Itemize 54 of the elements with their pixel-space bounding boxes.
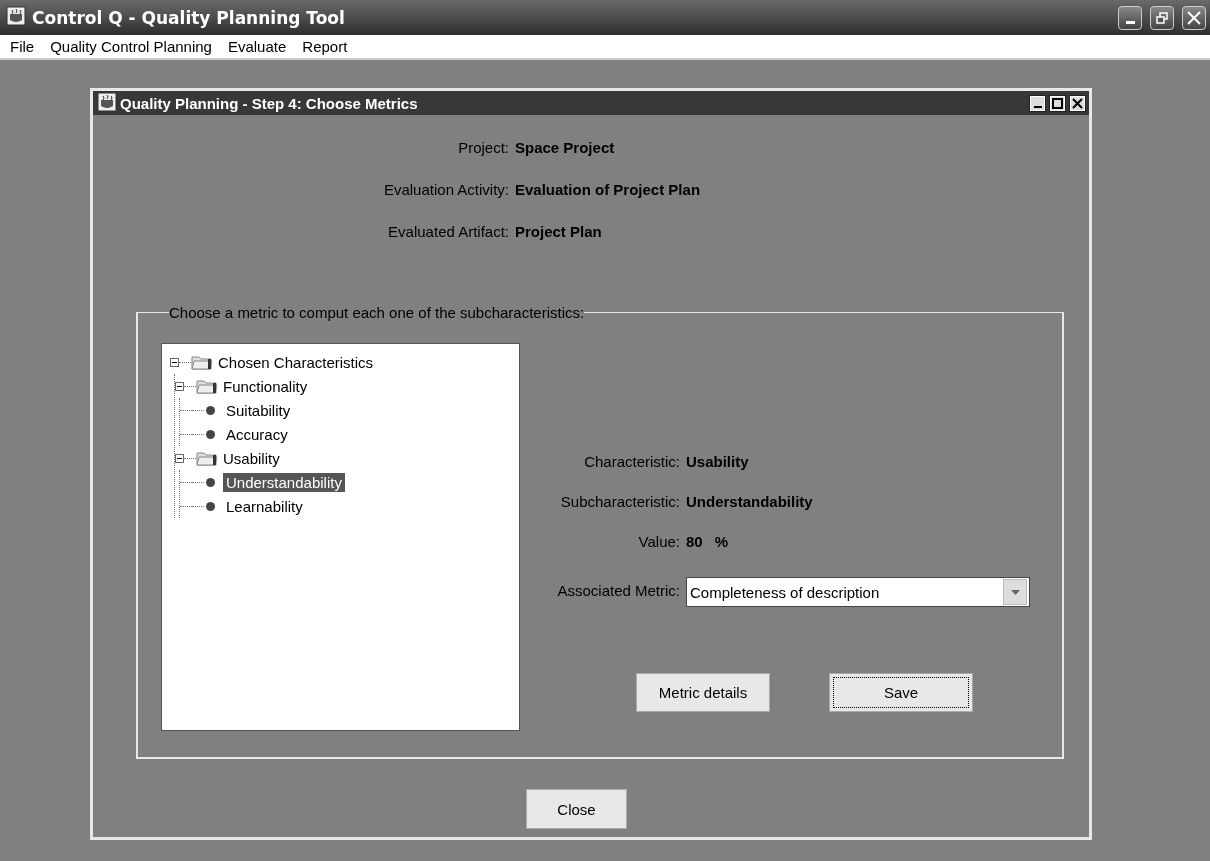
close-icon <box>1072 97 1083 109</box>
action-button[interactable]: Save <box>829 673 973 712</box>
collapse-icon[interactable] <box>175 381 184 391</box>
field-value: Project Plan <box>515 223 603 240</box>
field-label: Value: <box>637 533 680 550</box>
menu-item[interactable]: Report <box>294 38 356 55</box>
dropdown-arrow-icon <box>1010 589 1020 595</box>
close-icon <box>1186 9 1202 26</box>
bullet-icon <box>206 501 215 511</box>
bullet-icon <box>206 477 215 487</box>
minimize-icon <box>1033 105 1042 108</box>
collapse-icon[interactable] <box>175 453 184 463</box>
maximize-button[interactable] <box>1050 95 1065 111</box>
minimize-icon <box>1125 20 1135 24</box>
tree-item[interactable]: Functionality <box>220 376 311 396</box>
close-dialog-button[interactable]: Close <box>526 789 627 829</box>
action-button[interactable]: Metric details <box>636 673 770 712</box>
field-label: Evaluated Artifact: <box>387 223 509 240</box>
metric-dropdown[interactable]: Completeness of description <box>686 577 1030 607</box>
field-label: Evaluation Activity: <box>382 181 509 198</box>
app-icon <box>6 6 26 26</box>
tree-item[interactable]: Understandability <box>223 472 345 492</box>
tree-item[interactable]: Accuracy <box>223 424 291 444</box>
field-label: Project: <box>457 139 509 156</box>
window-title: Control Q - Quality Planning Tool <box>32 7 346 28</box>
menu-item[interactable]: Evaluate <box>219 38 295 55</box>
folder-icon <box>196 378 218 394</box>
collapse-icon[interactable] <box>170 357 179 367</box>
field-label: Subcharacteristic: <box>559 493 680 510</box>
restore-button[interactable] <box>1150 5 1174 30</box>
menu-item[interactable]: Quality Control Planning <box>42 38 220 55</box>
field-value: 80 <box>686 533 703 550</box>
field-value: Understandability <box>686 493 813 510</box>
field-value: Evaluation of Project Plan <box>515 181 702 198</box>
close-button[interactable] <box>1182 5 1206 30</box>
folder-icon <box>196 450 218 466</box>
group-title: Choose a metric to comput each one of the subcharacteristics: <box>169 304 585 321</box>
field-label: Associated Metric: <box>556 581 680 599</box>
dialog-title: Quality Planning - Step 4: Choose Metrics <box>120 94 419 112</box>
tree-item[interactable]: Chosen Characteristics <box>215 352 377 372</box>
field-value: Space Project <box>515 139 616 156</box>
minimize-button[interactable] <box>1118 5 1142 30</box>
unit-label: % <box>714 533 729 550</box>
tree-item[interactable]: Learnability <box>223 496 306 516</box>
field-value: Usability <box>686 453 749 470</box>
tree-item[interactable]: Suitability <box>223 400 294 420</box>
menu-item[interactable]: File <box>2 38 43 55</box>
bullet-icon <box>206 405 215 415</box>
restore-icon <box>1155 10 1169 25</box>
folder-icon <box>191 354 213 370</box>
maximize-icon <box>1052 97 1063 109</box>
tree-item[interactable]: Usability <box>220 448 283 468</box>
bullet-icon <box>206 429 215 439</box>
field-label: Characteristic: <box>583 453 680 470</box>
